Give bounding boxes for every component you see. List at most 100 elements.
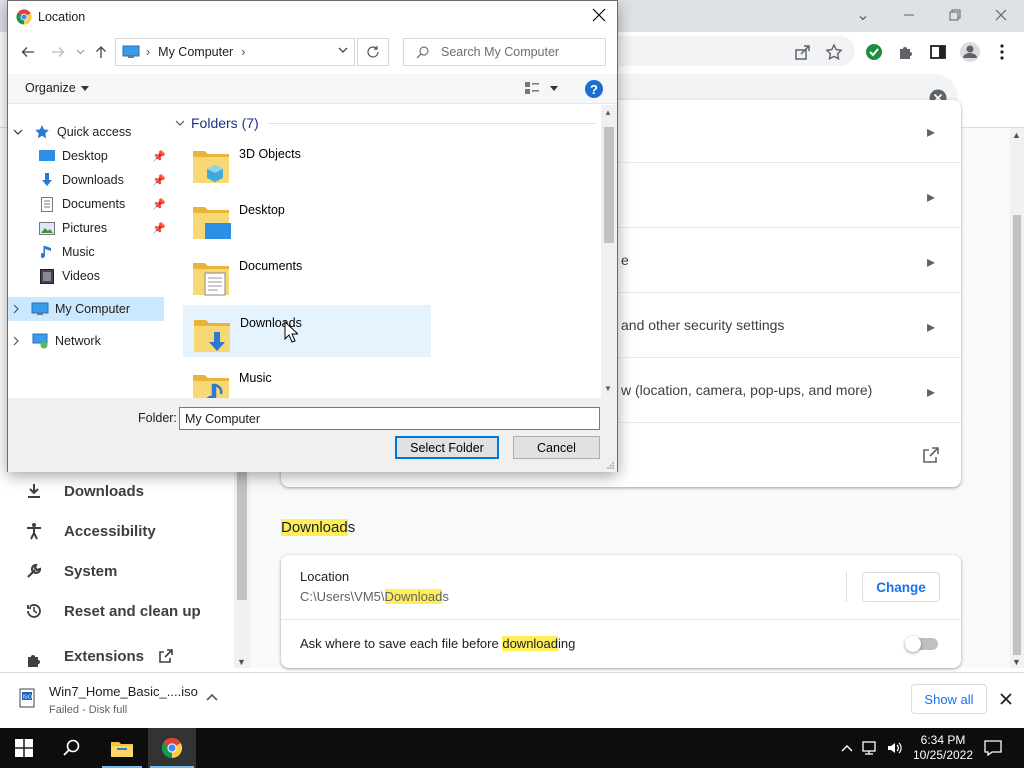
- profile-avatar-icon[interactable]: [958, 40, 982, 64]
- download-filename[interactable]: Win7_Home_Basic_....iso: [49, 684, 198, 699]
- tree-label: My Computer: [55, 302, 131, 316]
- tree-item-music[interactable]: Music: [38, 240, 95, 264]
- bookmark-star-icon[interactable]: [822, 40, 846, 64]
- cancel-button[interactable]: Cancel: [513, 436, 600, 459]
- expand-down-icon[interactable]: [13, 129, 23, 136]
- arrow-right-icon: ▸: [926, 189, 935, 206]
- tree-item-documents[interactable]: Documents: [38, 192, 125, 216]
- tree-network[interactable]: Network: [13, 329, 101, 353]
- nav-item-accessibility[interactable]: Accessibility: [0, 511, 234, 551]
- change-location-button[interactable]: Change: [862, 572, 940, 602]
- chevron-up-icon[interactable]: [205, 692, 219, 702]
- address-text[interactable]: My Computer: [158, 45, 233, 59]
- music-folder-icon: [193, 375, 229, 398]
- downloads-section-heading: Downloads: [281, 519, 356, 536]
- tree-label: Quick access: [57, 125, 132, 139]
- select-folder-button[interactable]: Select Folder: [395, 436, 499, 459]
- puzzle-icon: [22, 648, 46, 668]
- tree-item-downloads[interactable]: Downloads: [38, 168, 124, 192]
- nav-item-downloads[interactable]: Downloads: [0, 471, 234, 511]
- restore-icon[interactable]: [932, 0, 978, 30]
- tree-item-videos[interactable]: Videos: [38, 264, 100, 288]
- arrow-right-icon: ▸: [926, 319, 935, 336]
- tree-label: Desktop: [62, 149, 108, 163]
- nav-item-reset[interactable]: Reset and clean up: [0, 591, 234, 631]
- documents-icon: [38, 195, 56, 213]
- network-icon[interactable]: [860, 728, 882, 768]
- folder-item-downloads[interactable]: Downloads: [183, 305, 431, 357]
- open-external-icon[interactable]: [922, 446, 940, 464]
- side-panel-icon[interactable]: [926, 40, 950, 64]
- recent-chevron-icon[interactable]: [72, 41, 88, 63]
- organize-menu[interactable]: Organize: [25, 81, 89, 95]
- nav-scrollbar-thumb[interactable]: [237, 470, 247, 600]
- folder-name: 3D Objects: [239, 147, 301, 161]
- tree-my-computer[interactable]: My Computer: [13, 297, 130, 321]
- address-dropdown-icon[interactable]: [338, 47, 348, 54]
- resize-grip-icon[interactable]: [606, 461, 615, 470]
- expand-right-icon[interactable]: [13, 336, 23, 346]
- folder-item-desktop[interactable]: Desktop: [183, 193, 431, 245]
- scroll-down-icon[interactable]: ▼: [604, 384, 612, 393]
- tree-item-desktop[interactable]: Desktop: [38, 144, 108, 168]
- close-window-icon[interactable]: [978, 0, 1024, 30]
- content-scrollbar-thumb[interactable]: [604, 127, 614, 243]
- videos-icon: [38, 267, 56, 285]
- content-scrollbar[interactable]: ▲ ▼: [601, 105, 617, 398]
- address-bar-dialog[interactable]: › My Computer ›: [115, 38, 355, 66]
- divider: [281, 619, 961, 620]
- taskbar-clock[interactable]: 6:34 PM 10/25/2022: [912, 733, 974, 763]
- tab-search-icon[interactable]: ⌄: [840, 0, 886, 30]
- windows-start-icon[interactable]: [0, 728, 48, 768]
- tree-item-pictures[interactable]: Pictures: [38, 216, 107, 240]
- chrome-taskbar-icon[interactable]: [148, 728, 196, 768]
- forward-arrow-icon[interactable]: [46, 41, 70, 63]
- show-all-button[interactable]: Show all: [911, 684, 987, 714]
- share-icon[interactable]: [790, 40, 814, 64]
- search-icon: [416, 45, 429, 59]
- folders-group-header[interactable]: Folders (7): [175, 115, 597, 131]
- collapse-chevron-icon: [175, 120, 185, 127]
- nav-item-system[interactable]: System: [0, 551, 234, 591]
- volume-icon[interactable]: [884, 728, 906, 768]
- expand-right-icon[interactable]: [13, 304, 23, 314]
- scroll-up-icon[interactable]: ▲: [604, 108, 612, 117]
- arrow-right-icon: ▸: [926, 384, 935, 401]
- refresh-icon[interactable]: [357, 38, 389, 66]
- toggle-knob[interactable]: [905, 636, 921, 652]
- folder-item-music[interactable]: Music: [183, 361, 431, 398]
- search-icon[interactable]: [48, 728, 96, 768]
- close-shelf-icon[interactable]: [999, 692, 1013, 706]
- folder-name: Documents: [239, 259, 303, 273]
- notification-icon[interactable]: [978, 728, 1008, 768]
- download-shelf: [0, 672, 1024, 728]
- tree-quick-access[interactable]: Quick access: [13, 120, 131, 144]
- minimize-icon[interactable]: [886, 0, 932, 30]
- up-arrow-icon[interactable]: [90, 41, 112, 63]
- menu-kebab-icon[interactable]: [990, 40, 1014, 64]
- search-box-dialog[interactable]: Search My Computer: [403, 38, 606, 66]
- folder-item-3d-objects[interactable]: 3D Objects: [183, 137, 431, 189]
- address-bar[interactable]: [612, 36, 855, 66]
- page-scrollbar-thumb[interactable]: [1013, 215, 1021, 655]
- scroll-down-icon[interactable]: ▼: [1012, 657, 1021, 667]
- tree-label: Music: [62, 245, 95, 259]
- tray-chevron-icon[interactable]: [838, 728, 856, 768]
- organize-label: Organize: [25, 81, 76, 95]
- nav-scroll-down-icon[interactable]: ▼: [237, 657, 246, 667]
- dialog-title-bar[interactable]: Location: [8, 1, 617, 32]
- scroll-up-icon[interactable]: ▲: [1012, 130, 1021, 140]
- extensions-puzzle-icon[interactable]: [894, 40, 918, 64]
- back-arrow-icon[interactable]: [16, 41, 40, 63]
- file-explorer-icon[interactable]: [98, 728, 146, 768]
- nav-item-extensions[interactable]: Extensions: [0, 648, 234, 668]
- close-dialog-icon[interactable]: [592, 8, 606, 22]
- folder-input[interactable]: My Computer: [179, 407, 600, 430]
- desktop-folder-icon: [193, 207, 231, 239]
- help-icon[interactable]: ?: [585, 80, 603, 98]
- desktop-icon: [38, 147, 56, 165]
- view-options[interactable]: [524, 81, 558, 95]
- folder-item-documents[interactable]: Documents: [183, 249, 431, 301]
- extension-check-icon[interactable]: [862, 40, 886, 64]
- group-header-label: Folders (7): [191, 115, 259, 131]
